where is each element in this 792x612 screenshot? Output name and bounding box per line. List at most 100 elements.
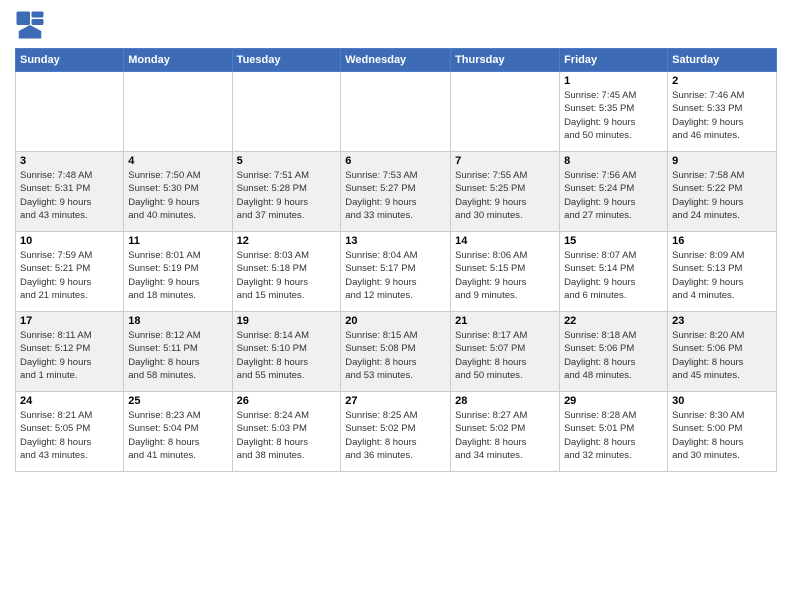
day-number: 28 xyxy=(455,395,555,407)
calendar-cell: 16 Sunrise: 8:09 AM Sunset: 5:13 PM Dayli… xyxy=(668,232,777,312)
day-number: 25 xyxy=(128,395,227,407)
calendar-cell xyxy=(341,72,451,152)
day-info: Sunrise: 8:09 AM Sunset: 5:13 PM Dayligh… xyxy=(672,249,772,302)
day-number: 12 xyxy=(237,235,337,247)
day-number: 22 xyxy=(564,315,663,327)
calendar-cell: 24 Sunrise: 8:21 AM Sunset: 5:05 PM Dayli… xyxy=(16,392,124,472)
day-info: Sunrise: 8:21 AM Sunset: 5:05 PM Dayligh… xyxy=(20,409,119,462)
day-number: 17 xyxy=(20,315,119,327)
day-info: Sunrise: 8:01 AM Sunset: 5:19 PM Dayligh… xyxy=(128,249,227,302)
day-info: Sunrise: 8:12 AM Sunset: 5:11 PM Dayligh… xyxy=(128,329,227,382)
day-info: Sunrise: 8:04 AM Sunset: 5:17 PM Dayligh… xyxy=(345,249,446,302)
weekday-header: Wednesday xyxy=(341,49,451,72)
day-number: 19 xyxy=(237,315,337,327)
calendar-cell: 29Sunrise: 8:28 AM Sunset: 5:01 PM Dayli… xyxy=(560,392,668,472)
calendar-cell: 7 Sunrise: 7:55 AM Sunset: 5:25 PM Daylig… xyxy=(451,152,560,232)
weekday-header: Thursday xyxy=(451,49,560,72)
calendar-cell: 25 Sunrise: 8:23 AM Sunset: 5:04 PM Dayli… xyxy=(124,392,232,472)
day-number: 11 xyxy=(128,235,227,247)
calendar-cell: 18 Sunrise: 8:12 AM Sunset: 5:11 PM Dayli… xyxy=(124,312,232,392)
day-info: Sunrise: 7:48 AM Sunset: 5:31 PM Dayligh… xyxy=(20,169,119,222)
calendar-cell: 2Sunrise: 7:46 AM Sunset: 5:33 PM Daylig… xyxy=(668,72,777,152)
day-info: Sunrise: 7:53 AM Sunset: 5:27 PM Dayligh… xyxy=(345,169,446,222)
day-info: Sunrise: 7:58 AM Sunset: 5:22 PM Dayligh… xyxy=(672,169,772,222)
day-number: 8 xyxy=(564,155,663,167)
header xyxy=(15,10,777,40)
calendar-cell: 20 Sunrise: 8:15 AM Sunset: 5:08 PM Dayli… xyxy=(341,312,451,392)
weekday-header: Friday xyxy=(560,49,668,72)
day-number: 14 xyxy=(455,235,555,247)
day-number: 4 xyxy=(128,155,227,167)
calendar-cell: 13 Sunrise: 8:04 AM Sunset: 5:17 PM Dayli… xyxy=(341,232,451,312)
weekday-row: SundayMondayTuesdayWednesdayThursdayFrid… xyxy=(16,49,777,72)
weekday-header: Sunday xyxy=(16,49,124,72)
day-info: Sunrise: 8:06 AM Sunset: 5:15 PM Dayligh… xyxy=(455,249,555,302)
day-info: Sunrise: 8:11 AM Sunset: 5:12 PM Dayligh… xyxy=(20,329,119,382)
calendar-week: 17 Sunrise: 8:11 AM Sunset: 5:12 PM Dayli… xyxy=(16,312,777,392)
calendar-cell: 28 Sunrise: 8:27 AM Sunset: 5:02 PM Dayli… xyxy=(451,392,560,472)
calendar-cell xyxy=(16,72,124,152)
calendar-week: 24 Sunrise: 8:21 AM Sunset: 5:05 PM Dayli… xyxy=(16,392,777,472)
day-number: 24 xyxy=(20,395,119,407)
day-number: 23 xyxy=(672,315,772,327)
calendar-cell: 10 Sunrise: 7:59 AM Sunset: 5:21 PM Dayli… xyxy=(16,232,124,312)
calendar-cell: 3 Sunrise: 7:48 AM Sunset: 5:31 PM Daylig… xyxy=(16,152,124,232)
day-info: Sunrise: 7:56 AM Sunset: 5:24 PM Dayligh… xyxy=(564,169,663,222)
day-number: 18 xyxy=(128,315,227,327)
day-number: 16 xyxy=(672,235,772,247)
day-number: 7 xyxy=(455,155,555,167)
calendar-cell: 5 Sunrise: 7:51 AM Sunset: 5:28 PM Daylig… xyxy=(232,152,341,232)
calendar-cell: 30 Sunrise: 8:30 AM Sunset: 5:00 PM Dayli… xyxy=(668,392,777,472)
day-info: Sunrise: 8:30 AM Sunset: 5:00 PM Dayligh… xyxy=(672,409,772,462)
calendar-cell: 11 Sunrise: 8:01 AM Sunset: 5:19 PM Dayli… xyxy=(124,232,232,312)
day-info: Sunrise: 8:15 AM Sunset: 5:08 PM Dayligh… xyxy=(345,329,446,382)
day-number: 30 xyxy=(672,395,772,407)
day-info: Sunrise: 7:50 AM Sunset: 5:30 PM Dayligh… xyxy=(128,169,227,222)
day-info: Sunrise: 8:25 AM Sunset: 5:02 PM Dayligh… xyxy=(345,409,446,462)
day-info: Sunrise: 8:18 AM Sunset: 5:06 PM Dayligh… xyxy=(564,329,663,382)
calendar-week: 1 Sunrise: 7:45 AM Sunset: 5:35 PM Daylig… xyxy=(16,72,777,152)
day-number: 1 xyxy=(564,75,663,87)
day-info: Sunrise: 7:55 AM Sunset: 5:25 PM Dayligh… xyxy=(455,169,555,222)
calendar-cell: 15Sunrise: 8:07 AM Sunset: 5:14 PM Dayli… xyxy=(560,232,668,312)
day-info: Sunrise: 8:23 AM Sunset: 5:04 PM Dayligh… xyxy=(128,409,227,462)
day-info: Sunrise: 7:45 AM Sunset: 5:35 PM Dayligh… xyxy=(564,89,663,142)
day-number: 5 xyxy=(237,155,337,167)
day-number: 3 xyxy=(20,155,119,167)
day-number: 10 xyxy=(20,235,119,247)
day-number: 21 xyxy=(455,315,555,327)
calendar-cell xyxy=(451,72,560,152)
calendar-cell: 14 Sunrise: 8:06 AM Sunset: 5:15 PM Dayli… xyxy=(451,232,560,312)
day-number: 6 xyxy=(345,155,446,167)
day-info: Sunrise: 8:27 AM Sunset: 5:02 PM Dayligh… xyxy=(455,409,555,462)
day-info: Sunrise: 8:14 AM Sunset: 5:10 PM Dayligh… xyxy=(237,329,337,382)
calendar-cell: 4 Sunrise: 7:50 AM Sunset: 5:30 PM Daylig… xyxy=(124,152,232,232)
logo xyxy=(15,10,49,40)
calendar-cell: 26Sunrise: 8:24 AM Sunset: 5:03 PM Dayli… xyxy=(232,392,341,472)
calendar-cell xyxy=(124,72,232,152)
day-number: 13 xyxy=(345,235,446,247)
calendar-week: 10 Sunrise: 7:59 AM Sunset: 5:21 PM Dayli… xyxy=(16,232,777,312)
calendar-cell: 17 Sunrise: 8:11 AM Sunset: 5:12 PM Dayli… xyxy=(16,312,124,392)
calendar-cell: 27 Sunrise: 8:25 AM Sunset: 5:02 PM Dayli… xyxy=(341,392,451,472)
day-number: 9 xyxy=(672,155,772,167)
day-number: 20 xyxy=(345,315,446,327)
day-number: 15 xyxy=(564,235,663,247)
calendar-cell: 23Sunrise: 8:20 AM Sunset: 5:06 PM Dayli… xyxy=(668,312,777,392)
calendar-cell: 6 Sunrise: 7:53 AM Sunset: 5:27 PM Daylig… xyxy=(341,152,451,232)
calendar-header: SundayMondayTuesdayWednesdayThursdayFrid… xyxy=(16,49,777,72)
calendar-cell: 9 Sunrise: 7:58 AM Sunset: 5:22 PM Daylig… xyxy=(668,152,777,232)
day-number: 29 xyxy=(564,395,663,407)
day-info: Sunrise: 7:51 AM Sunset: 5:28 PM Dayligh… xyxy=(237,169,337,222)
page: SundayMondayTuesdayWednesdayThursdayFrid… xyxy=(0,0,792,612)
calendar-cell xyxy=(232,72,341,152)
day-info: Sunrise: 8:03 AM Sunset: 5:18 PM Dayligh… xyxy=(237,249,337,302)
logo-icon xyxy=(15,10,45,40)
day-number: 27 xyxy=(345,395,446,407)
calendar-body: 1 Sunrise: 7:45 AM Sunset: 5:35 PM Daylig… xyxy=(16,72,777,472)
weekday-header: Saturday xyxy=(668,49,777,72)
calendar-cell: 19 Sunrise: 8:14 AM Sunset: 5:10 PM Dayli… xyxy=(232,312,341,392)
day-info: Sunrise: 7:59 AM Sunset: 5:21 PM Dayligh… xyxy=(20,249,119,302)
weekday-header: Monday xyxy=(124,49,232,72)
calendar-cell: 8 Sunrise: 7:56 AM Sunset: 5:24 PM Daylig… xyxy=(560,152,668,232)
